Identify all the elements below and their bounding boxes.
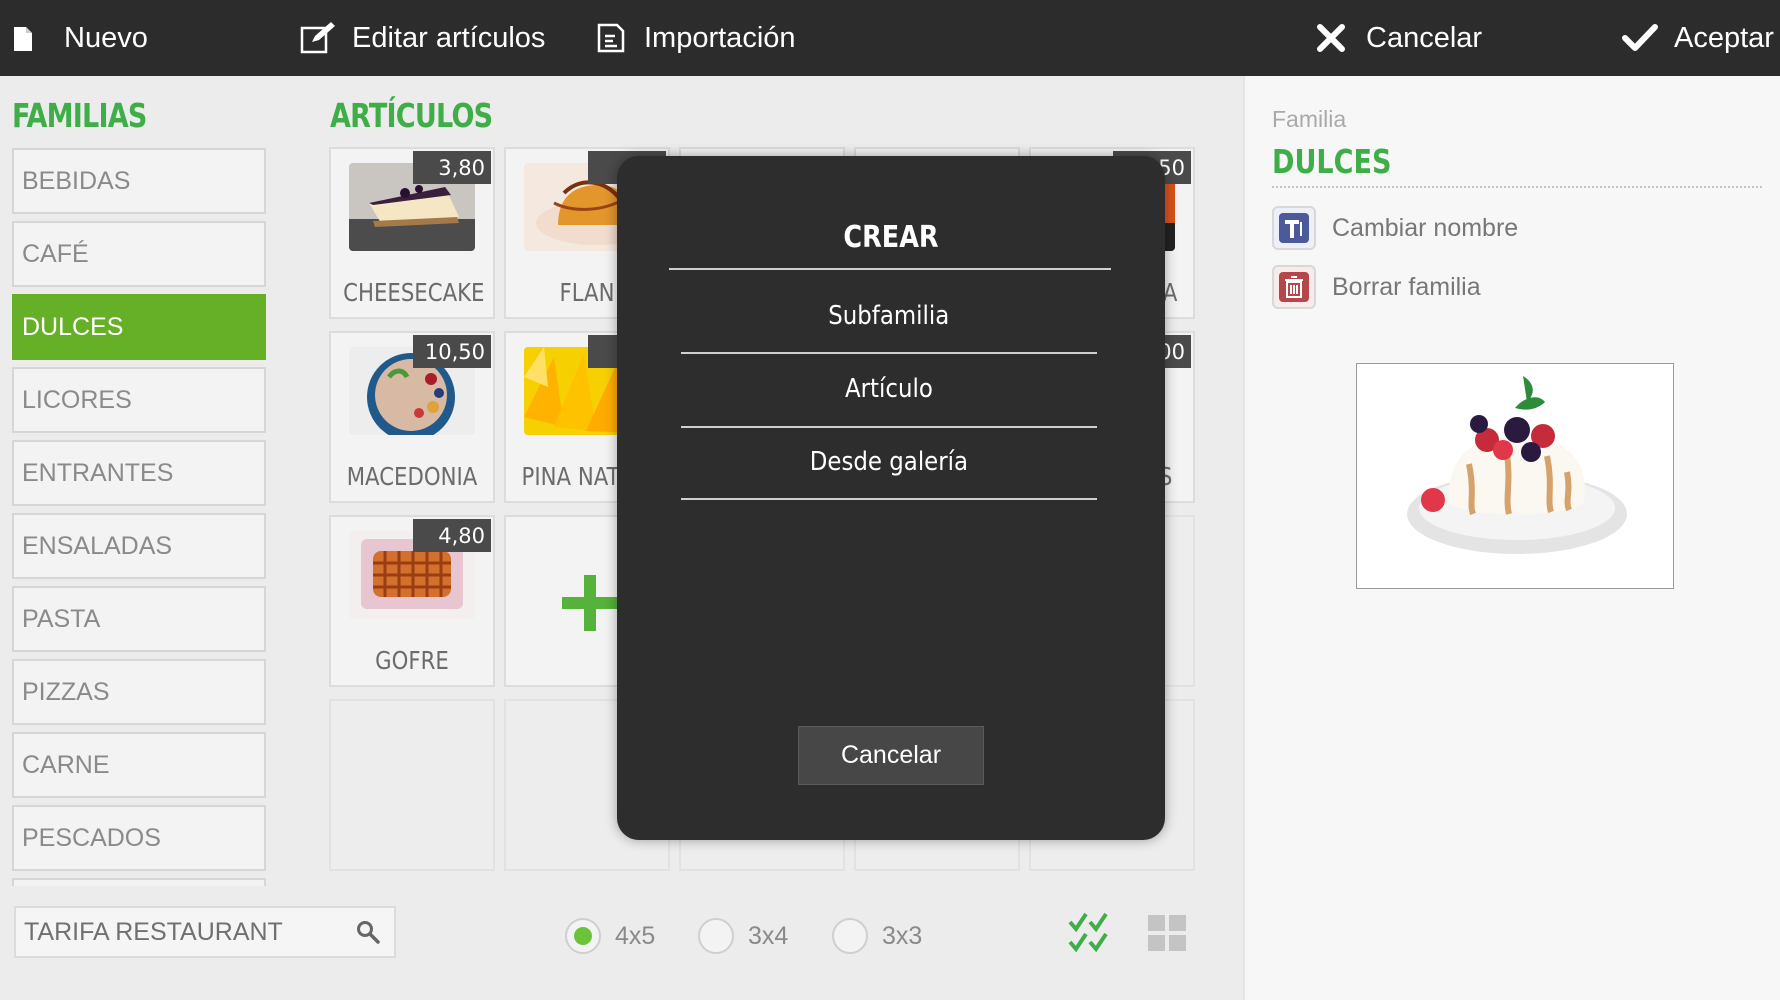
import-icon — [597, 23, 625, 53]
divider — [1272, 186, 1762, 188]
divider — [681, 498, 1097, 500]
edit-icon — [300, 22, 335, 54]
grid-option-4x5[interactable]: 4x5 — [565, 918, 655, 954]
radio-selected — [565, 918, 601, 954]
family-item[interactable]: LICORES — [12, 367, 266, 433]
radio-unselected — [698, 918, 734, 954]
article-tile[interactable]: 4,80 GOFRE — [329, 515, 495, 687]
divider — [669, 268, 1111, 270]
import-label: Importación — [644, 21, 796, 54]
grid-view-icon[interactable] — [1148, 915, 1188, 953]
plus-icon — [562, 575, 618, 631]
family-detail-panel: Familia DULCES Cambiar nombre Borrar fam… — [1243, 76, 1780, 1000]
pavlova-dessert-image — [1357, 364, 1673, 588]
rate-search-field[interactable]: TARIFA RESTAURANT — [14, 906, 396, 958]
rename-family-button[interactable]: Cambiar nombre — [1272, 206, 1518, 250]
family-item[interactable]: PESCADOS — [12, 805, 266, 871]
article-name: GOFRE — [375, 646, 449, 675]
family-label: Familia — [1272, 106, 1347, 132]
create-article-option[interactable]: Artículo — [681, 354, 1097, 424]
empty-tile — [329, 699, 495, 871]
accept-button[interactable]: Aceptar — [1622, 0, 1774, 76]
delete-label: Borrar familia — [1332, 272, 1481, 301]
create-from-gallery-option[interactable]: Desde galería — [681, 427, 1097, 497]
family-item-partial[interactable] — [12, 878, 266, 886]
dialog-cancel-button[interactable]: Cancelar — [798, 726, 984, 785]
family-item[interactable]: ENTRANTES — [12, 440, 266, 506]
new-document-icon — [14, 27, 32, 51]
article-tile[interactable]: 3,80 CHEESECAKE — [329, 147, 495, 319]
family-item[interactable]: CARNE — [12, 732, 266, 798]
cancel-label: Cancelar — [1366, 21, 1483, 54]
family-item[interactable]: CAFÉ — [12, 221, 266, 287]
import-button[interactable]: Importación — [596, 0, 796, 76]
family-item[interactable]: PASTA — [12, 586, 266, 652]
cancel-button[interactable]: Cancelar — [1316, 0, 1482, 76]
search-icon[interactable] — [356, 920, 380, 944]
top-toolbar: Nuevo Editar artículos Importación Cance… — [0, 0, 1780, 76]
checkmark-icon — [1622, 24, 1658, 51]
select-all-icon[interactable] — [1068, 912, 1110, 954]
grid-option-3x3[interactable]: 3x3 — [832, 918, 922, 954]
price-badge: 4,80 — [413, 519, 491, 552]
new-button[interactable]: Nuevo — [14, 0, 148, 76]
create-dialog: CREAR Subfamilia Artículo Desde galería … — [617, 156, 1165, 840]
edit-articles-label: Editar artículos — [352, 21, 546, 54]
article-name: CHEESECAKE — [343, 278, 485, 307]
grid-option-3x4[interactable]: 3x4 — [698, 918, 788, 954]
trash-icon — [1272, 265, 1316, 309]
article-name: MACEDONIA — [346, 462, 478, 491]
family-item-active[interactable]: DULCES — [12, 294, 266, 360]
close-icon — [1317, 24, 1345, 52]
dialog-title: CREAR — [843, 220, 939, 255]
delete-family-button[interactable]: Borrar familia — [1272, 265, 1481, 309]
articles-title: ARTÍCULOS — [330, 96, 493, 135]
new-button-label: Nuevo — [64, 21, 148, 54]
family-item[interactable]: BEBIDAS — [12, 148, 266, 214]
rename-label: Cambiar nombre — [1332, 213, 1519, 242]
radio-unselected — [832, 918, 868, 954]
search-value: TARIFA RESTAURANT — [24, 917, 283, 946]
family-item[interactable]: ENSALADAS — [12, 513, 266, 579]
article-tile[interactable]: 10,50 MACEDONIA — [329, 331, 495, 503]
rename-icon — [1272, 206, 1316, 250]
family-name: DULCES — [1272, 142, 1392, 181]
price-badge: 10,50 — [413, 335, 491, 368]
price-badge: 3,80 — [413, 151, 491, 184]
families-title: FAMILIAS — [12, 96, 147, 135]
accept-label: Aceptar — [1674, 21, 1774, 54]
families-list[interactable]: BEBIDAS CAFÉ DULCES LICORES ENTRANTES EN… — [12, 148, 266, 886]
family-item[interactable]: PIZZAS — [12, 659, 266, 725]
edit-articles-button[interactable]: Editar artículos — [300, 0, 545, 76]
create-subfamily-option[interactable]: Subfamilia — [681, 281, 1097, 351]
family-image[interactable] — [1356, 363, 1674, 589]
